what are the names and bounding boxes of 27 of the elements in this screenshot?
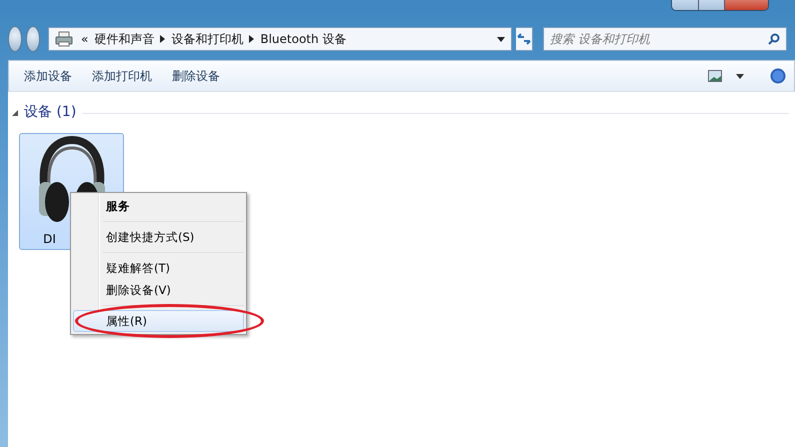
separator-arrow-icon[interactable]: [160, 35, 166, 43]
address-bar[interactable]: « 硬件和声音 设备和打印机 Bluetooth 设备: [48, 27, 512, 51]
menu-item[interactable]: 删除设备(V): [73, 279, 244, 301]
device-label: DI: [43, 231, 56, 248]
view-icon[interactable]: [708, 70, 722, 82]
menu-item[interactable]: 属性(R): [73, 310, 244, 332]
menu-item[interactable]: 疑难解答(T): [73, 257, 244, 279]
toolbar-button[interactable]: 添加打印机: [85, 65, 159, 87]
back-button[interactable]: [8, 26, 22, 52]
separator-arrow-icon[interactable]: [249, 35, 254, 43]
breadcrumb-item[interactable]: 设备和打印机: [171, 30, 244, 48]
collapse-arrow-icon[interactable]: [12, 110, 18, 116]
toolbar-button[interactable]: 添加设备: [17, 65, 79, 87]
printer-icon: [55, 31, 73, 47]
overflow-chevron[interactable]: «: [81, 30, 88, 48]
help-icon[interactable]: [770, 68, 786, 84]
breadcrumb-item[interactable]: 硬件和声音: [94, 30, 154, 48]
refresh-button[interactable]: [516, 27, 533, 51]
dropdown-icon[interactable]: [736, 74, 744, 78]
toolbar-button[interactable]: 删除设备: [165, 65, 227, 87]
group-title[interactable]: 设备 (1): [24, 102, 76, 123]
forward-button[interactable]: [26, 26, 40, 52]
search-box[interactable]: 搜索 设备和打印机: [543, 27, 787, 51]
breadcrumb-item[interactable]: Bluetooth 设备: [260, 30, 346, 48]
dropdown-icon[interactable]: [497, 36, 505, 42]
search-field[interactable]: 搜索 设备和打印机: [550, 30, 768, 48]
search-icon: [768, 33, 780, 45]
